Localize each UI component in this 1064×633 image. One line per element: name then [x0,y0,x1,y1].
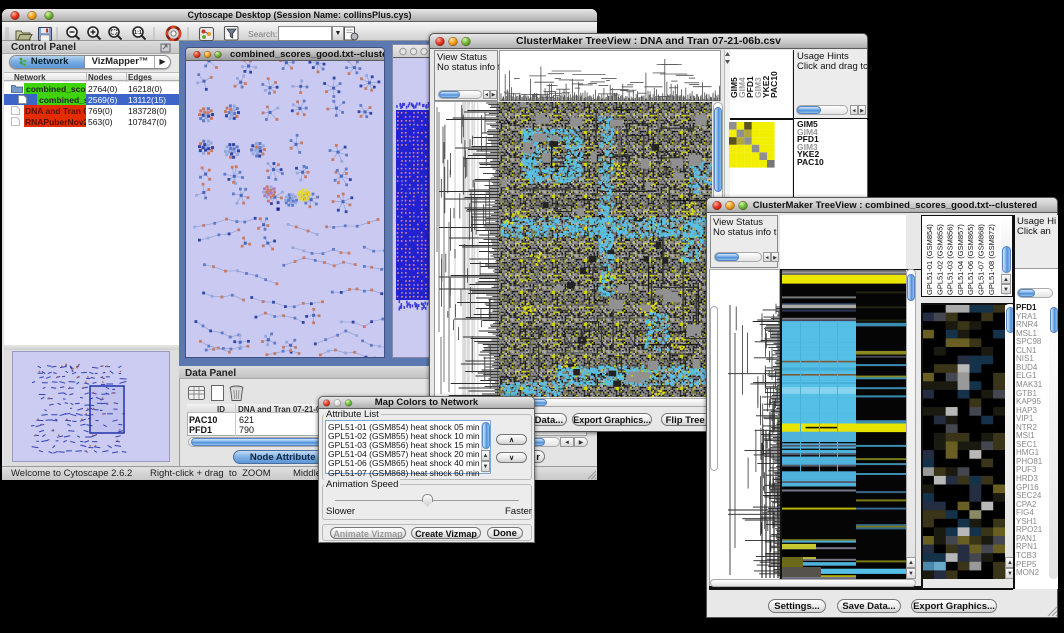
svg-text:GPL51-06 (GSM865): GPL51-06 (GSM865) [966,224,975,295]
svg-text:PAC10: PAC10 [769,71,779,98]
svg-text:GPL51-07 (GSM868): GPL51-07 (GSM868) [977,224,986,295]
svg-text:GPL51-03 (GSM856): GPL51-03 (GSM856) [946,224,955,295]
svg-text:1:1: 1:1 [134,30,142,36]
svg-text:GPL51-08 (GSM872): GPL51-08 (GSM872) [987,224,996,295]
svg-text:GPL51-02 (GSM855): GPL51-02 (GSM855) [935,224,944,295]
svg-text:GPL51-01 (GSM854): GPL51-01 (GSM854) [925,224,934,295]
svg-text:GPL51-04 (GSM857): GPL51-04 (GSM857) [956,224,965,295]
